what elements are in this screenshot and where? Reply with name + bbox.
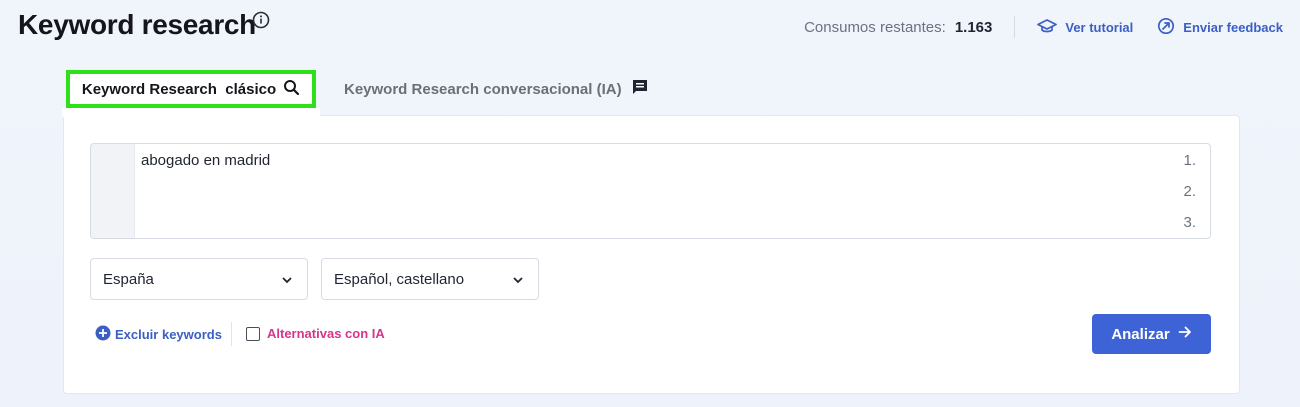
line-number-gutter	[91, 144, 135, 238]
alternatives-ia-toggle[interactable]: Alternativas con IA	[246, 326, 385, 341]
chat-icon	[622, 78, 649, 100]
tutorial-label: Ver tutorial	[1065, 19, 1134, 35]
exclude-keywords-button[interactable]: Excluir keywords	[95, 325, 222, 344]
page-title: Keyword research	[18, 9, 256, 40]
analyze-button[interactable]: Analizar	[1092, 314, 1211, 354]
line-number: 2.	[1183, 183, 1196, 200]
header-divider	[1014, 16, 1016, 38]
alternatives-checkbox[interactable]	[246, 326, 260, 341]
consumos-value: 1.163	[954, 18, 993, 36]
tab-keyword-research-conversational[interactable]: Keyword Research conversacional (IA)	[344, 70, 649, 108]
keyword-editor[interactable]: 1. 2. 3. abogado en madrid	[90, 143, 1211, 239]
chevron-down-icon	[512, 273, 524, 290]
exclude-keywords-label: Excluir keywords	[115, 327, 222, 342]
analyze-label: Analizar	[1111, 325, 1170, 343]
line-number: 1.	[1183, 152, 1196, 169]
search-icon	[276, 79, 300, 100]
plus-circle-icon	[95, 325, 115, 344]
chevron-down-icon	[281, 273, 293, 290]
keyword-line[interactable]: abogado en madrid	[141, 152, 270, 169]
country-value: España	[103, 270, 154, 288]
tab-connector	[62, 108, 320, 117]
info-icon[interactable]	[252, 11, 270, 29]
header: Keyword research Consumos restantes: 1.1…	[0, 0, 1300, 60]
tab-label: Keyword Research clásico	[81, 80, 277, 98]
header-actions: Consumos restantes: 1.163 Ver tutorial E…	[804, 16, 1283, 38]
language-select[interactable]: Español, castellano	[321, 258, 539, 300]
feedback-label: Enviar feedback	[1183, 19, 1283, 35]
arrow-right-icon	[1170, 325, 1192, 343]
feedback-icon	[1157, 17, 1183, 38]
feedback-link[interactable]: Enviar feedback	[1157, 17, 1283, 38]
consumos-label: Consumos restantes:	[804, 18, 946, 36]
line-number: 3.	[1183, 214, 1196, 231]
tab-label: Keyword Research conversacional (IA)	[344, 80, 622, 98]
tab-keyword-research-classic[interactable]: Keyword Research clásico	[66, 70, 316, 108]
alternatives-label: Alternativas con IA	[267, 326, 385, 341]
tutorial-link[interactable]: Ver tutorial	[1037, 18, 1133, 37]
graduation-cap-icon	[1037, 18, 1065, 37]
language-value: Español, castellano	[334, 270, 465, 288]
divider	[231, 322, 232, 346]
country-select[interactable]: España	[90, 258, 308, 300]
